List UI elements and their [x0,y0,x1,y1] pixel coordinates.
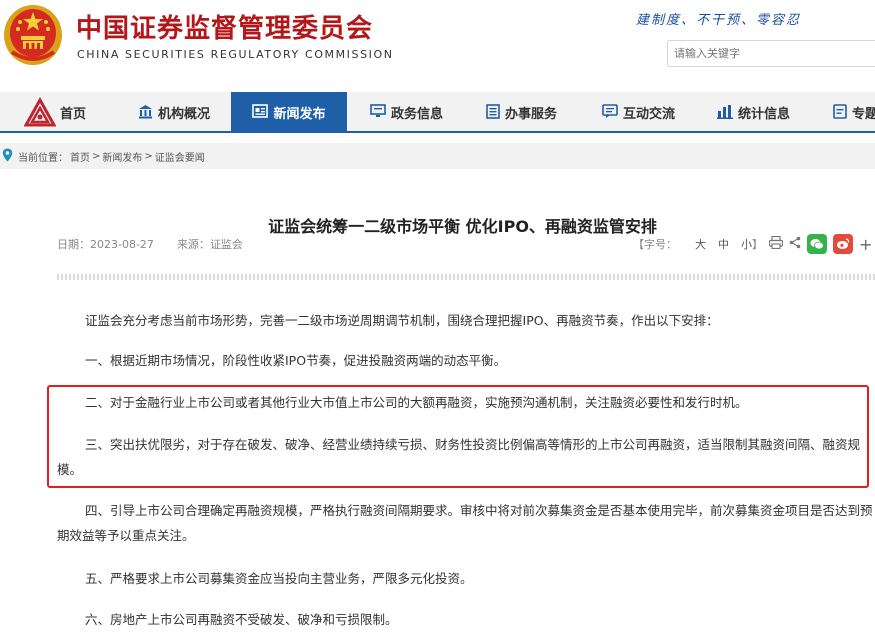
location-pin-icon [2,148,13,162]
nav-label-about: 机构概况 [158,107,211,122]
nav-item-news[interactable]: 新闻发布 [231,92,347,133]
nav-label-interaction: 互动交流 [623,107,676,122]
nav-label-topics: 专题 [852,107,875,122]
font-size-medium-button[interactable]: 中 [718,236,729,252]
breadcrumb-home-link[interactable]: 首页 [70,149,90,164]
article-paragraph-1: 一、根据近期市场情况，阶段性收紧IPO节奏，促进投融资两端的动态平衡。 [85,353,507,368]
article-source: 证监会 [209,238,243,251]
article-paragraph-intro: 证监会充分考虑当前市场形势，完善一二级市场逆周期调节机制，围绕合理把握IPO、再… [85,313,719,328]
site-subtitle: CHINA SECURITIES REGULATORY COMMISSION [77,48,394,61]
breadcrumb-news-link[interactable]: 新闻发布 [102,149,142,164]
breadcrumb-separator: > [92,150,101,162]
nav-label-home: 首页 [60,107,87,122]
nav-item-services[interactable]: 办事服务 [486,92,557,133]
wechat-share-icon[interactable] [807,234,827,254]
newspaper-icon [252,104,269,121]
nav-label-news: 新闻发布 [273,107,326,122]
home-logo-icon [24,96,56,126]
nav-item-government-info[interactable]: 政务信息 [370,92,443,133]
article-date: 2023-08-27 [90,238,154,251]
font-size-label: 【字号： [633,238,677,251]
more-share-icon[interactable]: + [859,235,872,254]
document-list-icon [486,103,500,122]
font-size-small-button[interactable]: 小 [741,236,752,252]
site-title: 中国证券监督管理委员会 [76,14,374,44]
article-paragraph-4: 四、引导上市公司合理确定再融资规模，严格执行融资间隔期要求。审核中将对前次募集资… [57,503,873,543]
nav-item-topics[interactable]: 专题 [833,92,875,133]
date-label: 日期： [57,238,90,251]
nav-item-statistics[interactable]: 统计信息 [717,92,790,133]
article-paragraph-5: 五、严格要求上市公司募集资金应当投向主营业务，严限多元化投资。 [85,571,473,586]
nav-item-about[interactable]: 机构概况 [138,92,210,133]
nav-label-government-info: 政务信息 [391,107,444,122]
share-icon[interactable] [789,236,801,252]
source-label: 来源： [176,238,210,251]
article-paragraph-6: 六、房地产上市公司再融资不受破发、破净和亏损限制。 [85,612,398,627]
font-size-large-button[interactable]: 大 [695,236,706,252]
chat-icon [602,103,618,122]
nav-item-interaction[interactable]: 互动交流 [602,92,675,133]
nav-label-statistics: 统计信息 [738,107,791,122]
national-emblem-icon [4,5,62,65]
font-size-end: 】 [752,238,763,251]
slogan: 建制度、不干预、零容忍 [636,13,802,28]
breadcrumb-separator: > [144,150,153,162]
monitor-icon [370,104,386,121]
building-icon [138,104,153,122]
highlight-box [47,385,869,488]
nav-label-services: 办事服务 [505,107,558,122]
breadcrumb-label: 当前位置： [18,152,68,164]
article-tools: 【字号： 大 中 小 】 + [633,234,872,254]
divider [57,274,875,280]
article-meta: 日期：2023-08-27 来源：证监会 [57,236,243,252]
print-icon[interactable] [768,235,784,252]
nav-item-home[interactable]: 首页 [24,92,86,133]
breadcrumb: 当前位置： 首页 > 新闻发布 > 证监会要闻 [0,143,875,169]
breadcrumb-current[interactable]: 证监会要闻 [155,149,205,164]
weibo-share-icon[interactable] [833,234,853,254]
main-nav: 首页 机构概况 新闻发布 政务信息 办事服务 互动交流 统计信息 专题 [0,92,875,133]
search-input[interactable] [667,40,875,67]
topic-icon [833,103,847,122]
bar-chart-icon [717,104,733,122]
site-header: 中国证券监督管理委员会 CHINA SECURITIES REGULATORY … [0,0,875,90]
